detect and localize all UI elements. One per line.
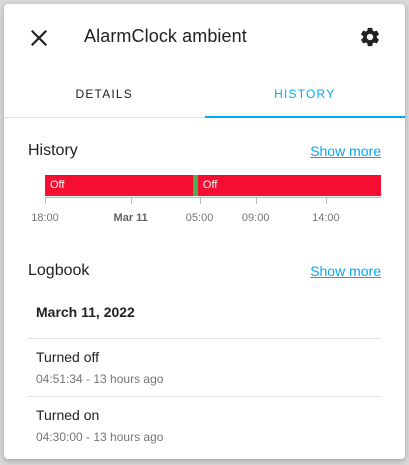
gear-icon xyxy=(361,27,379,47)
logbook-show-more-link[interactable]: Show more xyxy=(310,263,381,279)
timeline-tick-label: 09:00 xyxy=(241,212,270,224)
tab-details[interactable]: DETAILS xyxy=(4,70,205,117)
timeline-segment-label: Off xyxy=(202,179,218,191)
timeline-tick-label: Mar 11 xyxy=(113,212,148,224)
log-entry-time: 04:30:00 - 13 hours ago xyxy=(36,430,164,444)
log-entry-message: Turned off xyxy=(36,349,100,365)
logbook-header: Logbook Show more xyxy=(28,262,381,280)
history-title: History xyxy=(28,142,78,159)
timeline-segment[interactable]: Off xyxy=(197,175,382,196)
logbook-entry[interactable]: Turned on 04:30:00 - 13 hours ago xyxy=(28,396,381,454)
more-info-dialog: AlarmClock ambient DETAILS HISTORY Histo… xyxy=(4,4,405,459)
history-timeline: Off Off 18:00 Mar 11 05:00 09:00 14:00 xyxy=(28,170,382,230)
logbook-entry[interactable]: Turned off 04:51:34 - 13 hours ago xyxy=(28,338,381,396)
timeline-bar[interactable]: Off Off xyxy=(45,175,382,196)
history-section: History Show more Off Off 18:00 Mar 11 05:0… xyxy=(28,142,382,230)
history-show-more-link[interactable]: Show more xyxy=(310,143,381,159)
settings-button[interactable] xyxy=(357,24,383,50)
tab-bar: DETAILS HISTORY xyxy=(4,70,405,118)
timeline-tick xyxy=(199,198,201,204)
timeline-tick xyxy=(325,198,327,204)
log-entry-message: Turned on xyxy=(36,407,100,423)
tab-history[interactable]: HISTORY xyxy=(204,70,406,118)
dialog-content: History Show more Off Off 18:00 Mar 11 05:0… xyxy=(4,142,405,454)
logbook-section: Logbook Show more March 11, 2022 Turned … xyxy=(28,262,381,454)
history-header: History Show more xyxy=(28,142,381,160)
timeline-tick xyxy=(45,198,46,204)
close-button[interactable] xyxy=(26,25,52,51)
timeline-segment-label: Off xyxy=(50,179,65,191)
timeline-tick xyxy=(130,198,132,204)
timeline-segment[interactable]: Off xyxy=(45,175,193,196)
logbook-title: Logbook xyxy=(28,262,90,279)
log-entry-time: 04:51:34 - 13 hours ago xyxy=(36,372,164,386)
timeline-tick-label: 05:00 xyxy=(185,212,214,224)
dialog-header: AlarmClock ambient xyxy=(4,4,405,70)
dialog-title: AlarmClock ambient xyxy=(84,26,247,46)
timeline-tick-label: 18:00 xyxy=(31,212,59,224)
timeline-axis xyxy=(45,197,381,198)
close-icon xyxy=(31,30,47,46)
logbook-date: March 11, 2022 xyxy=(36,304,135,320)
timeline-tick xyxy=(255,198,257,204)
timeline-tick-label: 14:00 xyxy=(312,212,340,224)
